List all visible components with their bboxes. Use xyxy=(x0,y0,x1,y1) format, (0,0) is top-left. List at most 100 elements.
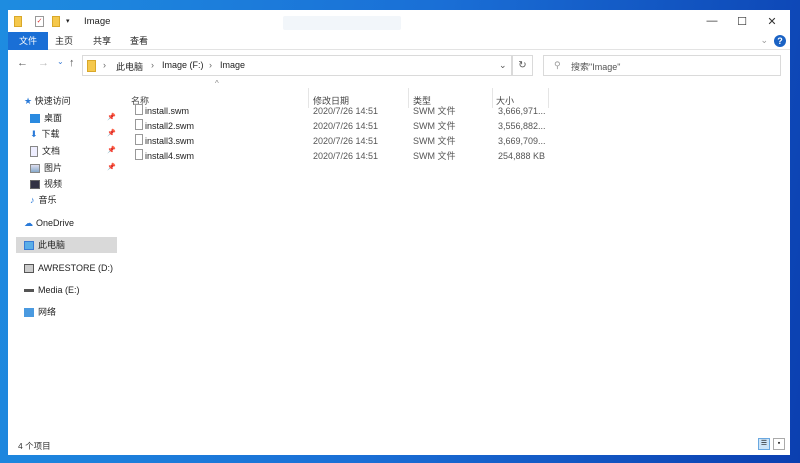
search-placeholder: 搜索"Image" xyxy=(571,62,621,72)
new-folder-icon[interactable] xyxy=(52,16,60,27)
address-dropdown-icon[interactable]: ⌄ xyxy=(499,60,507,71)
sidebar-item-desktop[interactable]: 桌面 xyxy=(30,110,62,126)
file-name: install3.swm xyxy=(145,136,195,146)
drive-icon xyxy=(24,264,34,274)
sidebar-item-pictures[interactable]: 图片 xyxy=(30,160,62,176)
file-size: 3,556,882... xyxy=(498,121,546,131)
folder-icon xyxy=(14,16,22,27)
search-input[interactable]: ⚲ 搜索"Image" xyxy=(543,55,781,76)
sidebar-item-music[interactable]: ♪ 音乐 xyxy=(30,192,57,208)
sidebar-this-pc[interactable]: 此电脑 xyxy=(16,237,117,253)
breadcrumb-drive[interactable]: Image (F:) xyxy=(162,60,204,70)
computer-icon xyxy=(24,241,34,251)
customize-toolbar-icon[interactable]: ▾ xyxy=(66,17,70,25)
sidebar-label: 桌面 xyxy=(44,113,63,123)
music-icon: ♪ xyxy=(30,195,35,205)
documents-icon xyxy=(30,146,38,158)
file-date: 2020/7/26 14:51 xyxy=(313,121,379,131)
sidebar-label: 下载 xyxy=(41,129,60,139)
sidebar-drive-e[interactable]: Media (E:) xyxy=(24,282,80,298)
sidebar-item-downloads[interactable]: ⬇ 下载 xyxy=(30,126,60,142)
tab-share[interactable]: 共享 xyxy=(90,32,114,50)
file-icon xyxy=(135,134,143,145)
file-row[interactable]: install3.swm 2020/7/26 14:51 SWM 文件 3,66… xyxy=(132,134,552,149)
search-icon: ⚲ xyxy=(554,60,561,70)
status-item-count: 4 个项目 xyxy=(18,441,51,451)
pin-icon[interactable]: 📌 xyxy=(107,129,116,137)
sidebar-network[interactable]: 网络 xyxy=(24,304,56,320)
minimize-button[interactable]: — xyxy=(705,15,719,27)
title-placeholder xyxy=(283,16,401,30)
file-row[interactable]: install2.swm 2020/7/26 14:51 SWM 文件 3,55… xyxy=(132,119,552,134)
file-icon xyxy=(135,104,143,115)
file-size: 3,666,971... xyxy=(498,106,546,116)
file-row[interactable]: install.swm 2020/7/26 14:51 SWM 文件 3,666… xyxy=(132,104,552,119)
refresh-button[interactable]: ↻ xyxy=(512,55,533,76)
sidebar-label: OneDrive xyxy=(36,218,75,228)
address-bar[interactable]: › 此电脑 › Image (F:) › Image ⌄ xyxy=(82,55,512,76)
close-button[interactable]: ✕ xyxy=(765,15,779,28)
folder-icon xyxy=(87,60,96,72)
file-date: 2020/7/26 14:51 xyxy=(313,136,379,146)
breadcrumb-separator: › xyxy=(209,60,212,70)
properties-icon[interactable]: ✓ xyxy=(35,16,44,27)
tab-home[interactable]: 主页 xyxy=(52,32,76,50)
file-explorer-window: ✓ ▾ Image — ☐ ✕ 文件 主页 共享 查看 ⌄ ? ← → ⌄ ↑ … xyxy=(8,10,790,455)
pin-icon[interactable]: 📌 xyxy=(107,146,116,154)
file-name: install.swm xyxy=(145,106,190,116)
file-row[interactable]: install4.swm 2020/7/26 14:51 SWM 文件 254,… xyxy=(132,149,552,164)
star-icon: ★ xyxy=(24,96,33,106)
file-type: SWM 文件 xyxy=(413,136,456,146)
sidebar-drive-d[interactable]: AWRESTORE (D:) xyxy=(24,260,113,276)
file-type: SWM 文件 xyxy=(413,151,456,161)
drive-icon xyxy=(24,289,34,293)
pin-icon[interactable]: 📌 xyxy=(107,113,116,121)
sidebar-label: 图片 xyxy=(44,163,63,173)
tab-view[interactable]: 查看 xyxy=(127,32,151,50)
sidebar-item-videos[interactable]: 视频 xyxy=(30,176,62,192)
back-button[interactable]: ← xyxy=(17,57,28,69)
file-date: 2020/7/26 14:51 xyxy=(313,151,379,161)
videos-icon xyxy=(30,180,40,190)
file-type: SWM 文件 xyxy=(413,121,456,131)
cloud-icon: ☁ xyxy=(24,218,33,228)
forward-button[interactable]: → xyxy=(38,57,49,69)
desktop-icon xyxy=(30,114,40,124)
download-icon: ⬇ xyxy=(30,129,38,139)
up-button[interactable]: ↑ xyxy=(69,57,75,69)
sidebar-label: AWRESTORE (D:) xyxy=(38,263,114,273)
file-size: 254,888 KB xyxy=(498,151,546,161)
sidebar-label: Media (E:) xyxy=(38,285,80,295)
pin-icon[interactable]: 📌 xyxy=(107,163,116,171)
recent-locations-button[interactable]: ⌄ xyxy=(57,57,64,66)
file-date: 2020/7/26 14:51 xyxy=(313,106,379,116)
maximize-button[interactable]: ☐ xyxy=(735,15,749,28)
file-name: install4.swm xyxy=(145,151,195,161)
window-title: Image xyxy=(84,16,111,27)
sidebar-onedrive[interactable]: ☁ OneDrive xyxy=(24,215,74,231)
sidebar-label: 网络 xyxy=(38,307,57,317)
sidebar-label: 视频 xyxy=(44,179,63,189)
file-name: install2.swm xyxy=(145,121,195,131)
ribbon-tabs: 文件 主页 共享 查看 ⌄ ? xyxy=(8,32,790,50)
sidebar-item-documents[interactable]: 文档 xyxy=(30,143,60,159)
sort-ascending-icon: ^ xyxy=(215,79,219,88)
breadcrumb-separator: › xyxy=(151,60,154,70)
sidebar-label: 文档 xyxy=(42,146,61,156)
sidebar-label: 音乐 xyxy=(38,195,57,205)
help-icon[interactable]: ? xyxy=(774,35,786,47)
expand-ribbon-icon[interactable]: ⌄ xyxy=(760,35,768,46)
file-icon xyxy=(135,149,143,160)
title-bar: ✓ ▾ Image — ☐ ✕ xyxy=(8,10,790,32)
breadcrumb-folder[interactable]: Image xyxy=(220,60,245,70)
sidebar-quick-access[interactable]: ★ 快速访问 xyxy=(24,93,71,109)
file-size: 3,669,709... xyxy=(498,136,546,146)
network-icon xyxy=(24,308,34,318)
breadcrumb-this-pc[interactable]: 此电脑 xyxy=(116,60,143,73)
sidebar-label: 快速访问 xyxy=(34,96,71,106)
tab-file[interactable]: 文件 xyxy=(8,32,48,50)
file-icon xyxy=(135,119,143,130)
large-icons-view-button[interactable]: ▪ xyxy=(773,438,785,450)
details-view-button[interactable]: ☰ xyxy=(758,438,770,450)
breadcrumb-separator: › xyxy=(103,60,106,70)
